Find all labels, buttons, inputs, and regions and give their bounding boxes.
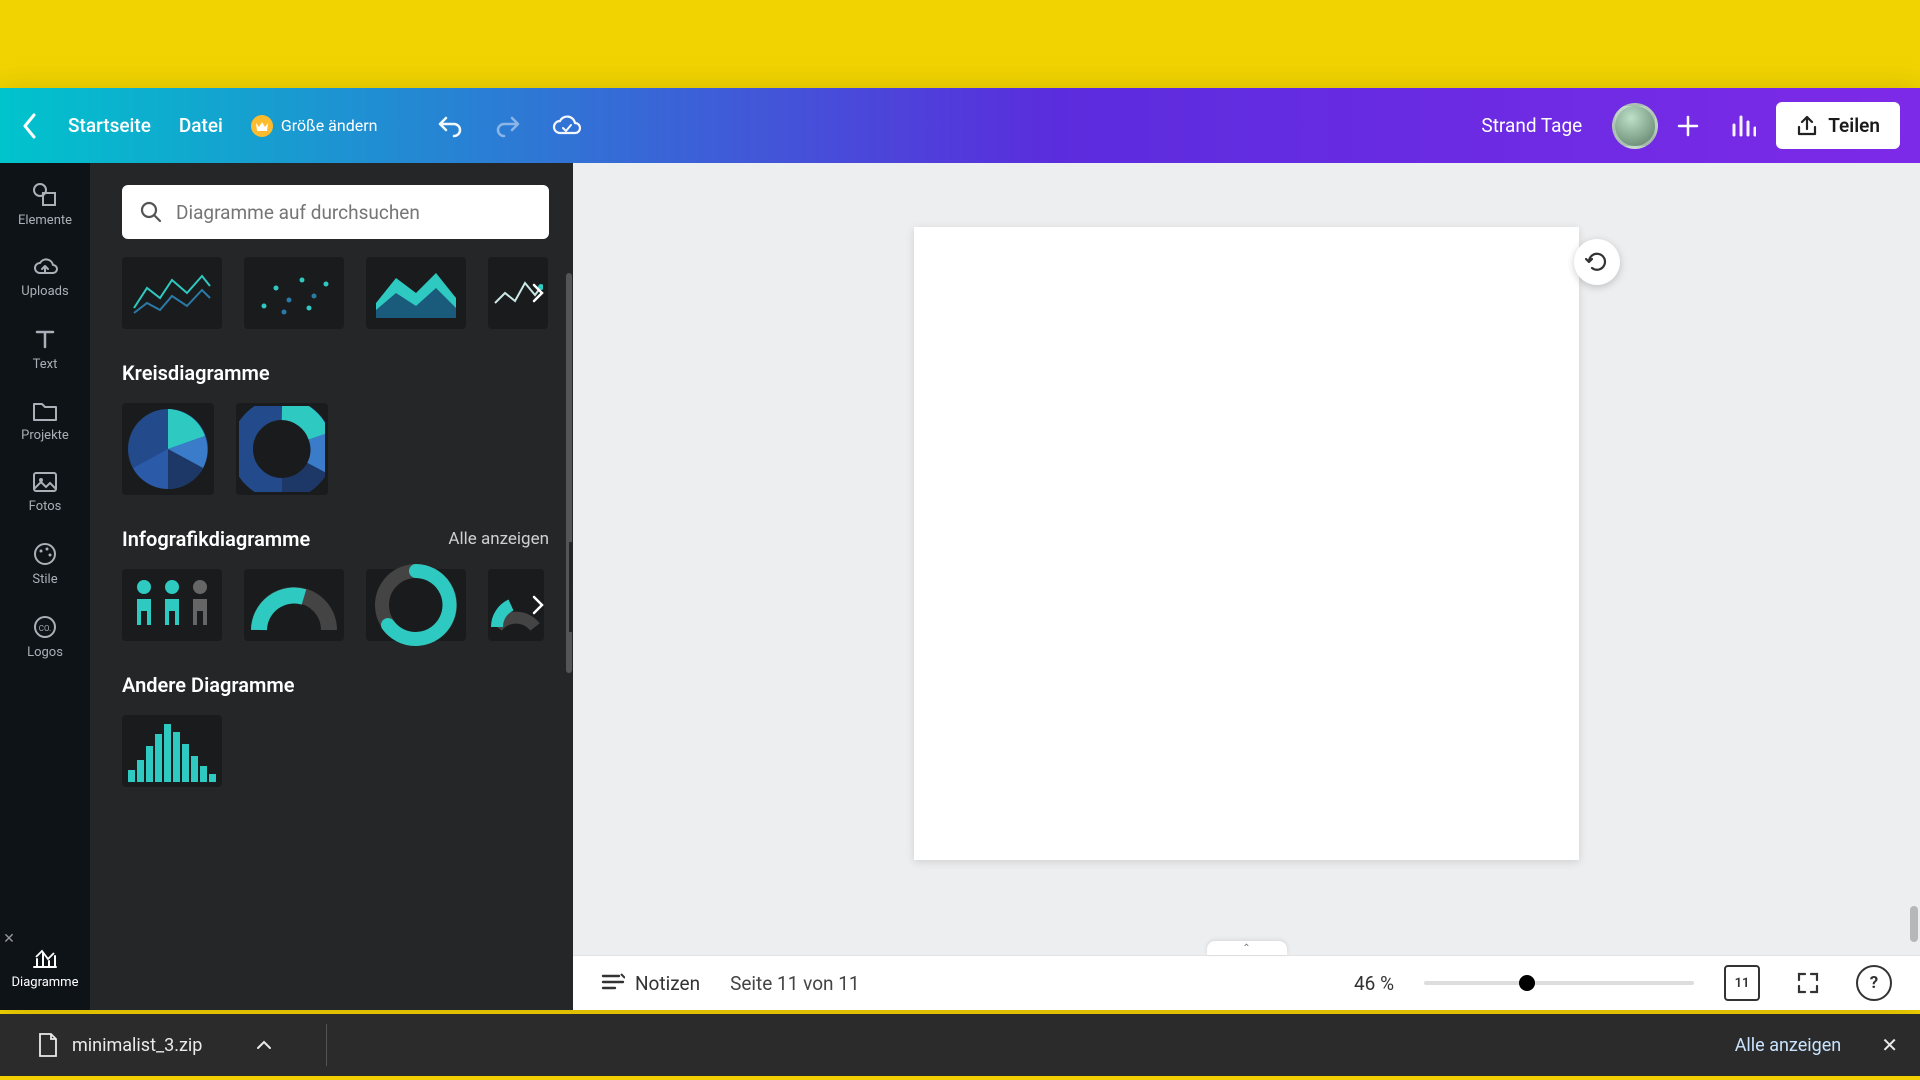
undo-button[interactable]	[435, 111, 465, 141]
share-icon	[1796, 115, 1818, 137]
logo-icon: CO.	[33, 615, 57, 639]
rail-styles-label: Stile	[32, 572, 57, 587]
shapes-icon	[32, 181, 58, 207]
zoom-value[interactable]: 46 %	[1354, 972, 1394, 995]
insights-button[interactable]	[1728, 111, 1758, 141]
text-icon	[33, 327, 57, 351]
back-button[interactable]	[20, 116, 40, 136]
crown-icon	[251, 115, 273, 137]
thumb-scatter-chart[interactable]	[244, 257, 344, 329]
refresh-page-button[interactable]	[1574, 239, 1620, 285]
row-next-arrow-2[interactable]	[523, 590, 553, 620]
notes-icon	[601, 972, 625, 994]
share-button[interactable]: Teilen	[1776, 102, 1900, 149]
rail-elements-label: Elemente	[18, 213, 72, 228]
rail-photos-label: Fotos	[29, 499, 62, 514]
thumb-progress-ring[interactable]	[366, 569, 466, 641]
rail-logos-label: Logos	[27, 645, 63, 660]
rail-logos[interactable]: CO. Logos	[0, 601, 90, 674]
thumb-pie-chart[interactable]	[122, 403, 214, 495]
search-field[interactable]	[122, 185, 549, 239]
left-rail: Elemente Uploads Text Projekte Fotos Sti…	[0, 163, 90, 1010]
download-item[interactable]: minimalist_3.zip	[22, 1022, 288, 1068]
thumb-area-chart[interactable]	[366, 257, 466, 329]
thumb-donut-chart[interactable]	[236, 403, 328, 495]
show-pages-tab[interactable]: ⌃	[1207, 941, 1287, 955]
rail-projects[interactable]: Projekte	[0, 386, 90, 457]
download-filename: minimalist_3.zip	[72, 1035, 202, 1056]
diagrams-panel: Kreisdiagramme Infografikdiagramme Alle …	[90, 163, 573, 1010]
row-next-arrow[interactable]	[523, 278, 553, 308]
chart-icon	[32, 947, 58, 969]
download-caret[interactable]	[256, 1040, 272, 1050]
page-counter[interactable]: Seite 11 von 11	[730, 972, 860, 995]
share-label: Teilen	[1828, 114, 1880, 137]
app-body: Elemente Uploads Text Projekte Fotos Sti…	[0, 163, 1920, 1010]
downloads-show-all[interactable]: Alle anzeigen	[1735, 1035, 1842, 1056]
thumb-line-chart[interactable]	[122, 257, 222, 329]
notes-label: Notizen	[635, 972, 700, 995]
palette-icon	[33, 542, 57, 566]
status-bar: Notizen Seite 11 von 11 46 % 11 ?	[573, 955, 1920, 1010]
file-menu[interactable]: Datei	[179, 114, 223, 137]
search-input[interactable]	[176, 201, 531, 224]
refresh-icon	[1585, 250, 1609, 274]
thumb-histogram[interactable]	[122, 715, 222, 787]
svg-text:CO.: CO.	[39, 624, 51, 633]
folder-icon	[32, 400, 58, 422]
rail-styles[interactable]: Stile	[0, 528, 90, 601]
chart-row-infographic	[122, 569, 549, 641]
rail-diagrams-label: Diagramme	[12, 975, 79, 990]
fullscreen-icon	[1796, 971, 1820, 995]
search-icon	[140, 201, 162, 223]
rail-uploads[interactable]: Uploads	[0, 242, 90, 313]
redo-button[interactable]	[493, 111, 523, 141]
canvas-scrollbar[interactable]	[1908, 163, 1918, 952]
help-button[interactable]: ?	[1856, 965, 1892, 1001]
rail-text-label: Text	[33, 357, 58, 372]
section-pie-heading: Kreisdiagramme	[122, 361, 549, 385]
grid-count: 11	[1735, 976, 1750, 991]
rail-elements[interactable]: Elemente	[0, 167, 90, 242]
app-shell: Startseite Datei Größe ändern Strand Tag…	[0, 88, 1920, 1010]
image-icon	[32, 471, 58, 493]
downloads-bar: minimalist_3.zip Alle anzeigen ✕	[0, 1014, 1920, 1076]
top-bar: Startseite Datei Größe ändern Strand Tag…	[0, 88, 1920, 163]
canvas-viewport[interactable]	[573, 163, 1920, 955]
notes-button[interactable]: Notizen	[601, 972, 700, 995]
home-link[interactable]: Startseite	[68, 114, 151, 137]
fullscreen-button[interactable]	[1790, 965, 1826, 1001]
see-all-link[interactable]: Alle anzeigen	[448, 529, 549, 549]
user-avatar[interactable]	[1612, 103, 1658, 149]
document-title[interactable]: Strand Tage	[1481, 114, 1582, 137]
rail-photos[interactable]: Fotos	[0, 457, 90, 528]
thumb-pictogram[interactable]	[122, 569, 222, 641]
zoom-slider[interactable]	[1424, 981, 1694, 985]
file-icon	[38, 1032, 58, 1058]
canvas-area: ⌃ Notizen Seite 11 von 11 46 % 11 ?	[573, 163, 1920, 1010]
canvas-page[interactable]	[914, 227, 1579, 860]
rail-projects-label: Projekte	[21, 428, 69, 443]
downloads-divider	[326, 1024, 327, 1066]
resize-button[interactable]: Größe ändern	[251, 115, 378, 137]
thumb-half-donut[interactable]	[244, 569, 344, 641]
rail-text[interactable]: Text	[0, 313, 90, 386]
chart-row-pie	[122, 403, 549, 495]
close-panel-x[interactable]: ✕	[0, 930, 18, 948]
resize-label: Größe ändern	[281, 116, 378, 135]
add-collaborator-button[interactable]	[1670, 108, 1706, 144]
chart-row-line	[122, 257, 549, 329]
chart-row-other	[122, 715, 549, 787]
downloads-close[interactable]: ✕	[1881, 1033, 1898, 1057]
section-other-heading: Andere Diagramme	[122, 673, 549, 697]
rail-uploads-label: Uploads	[21, 284, 68, 299]
section-info-heading: Infografikdiagramme	[122, 527, 310, 551]
cloud-upload-icon	[32, 256, 58, 278]
grid-view-button[interactable]: 11	[1724, 965, 1760, 1001]
zoom-knob[interactable]	[1519, 975, 1535, 991]
cloud-sync-icon[interactable]	[551, 111, 581, 141]
